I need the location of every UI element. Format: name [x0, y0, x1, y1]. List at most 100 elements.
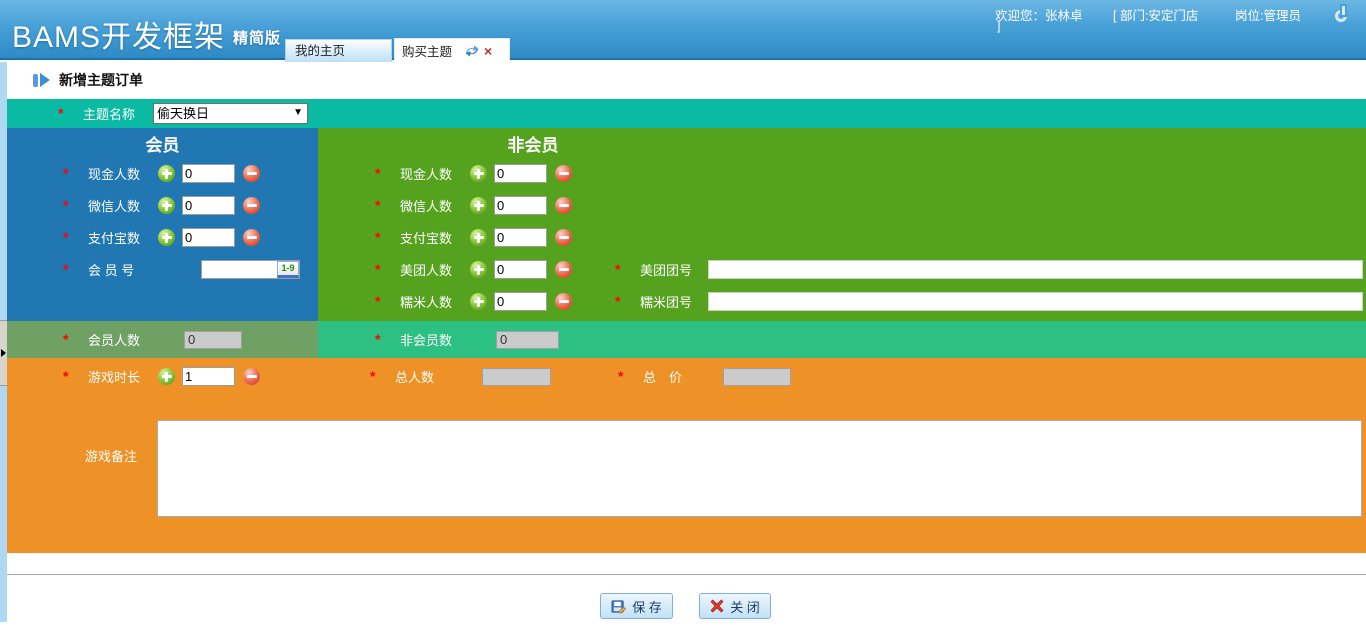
- game-duration-row: * 游戏时长: [63, 366, 260, 387]
- tab-buy-theme[interactable]: 购买主题 ×: [394, 38, 510, 62]
- increment-icon[interactable]: [470, 293, 487, 310]
- member-wechat-input[interactable]: [182, 196, 235, 215]
- member-alipay-row: * 支付宝数: [63, 227, 260, 248]
- save-disk-icon: [611, 599, 626, 614]
- nonmember-total-label: 非会员数: [400, 330, 488, 349]
- nonmember-alipay-input[interactable]: [494, 228, 547, 247]
- app-title: BAMS开发框架精简版: [12, 12, 281, 56]
- nonmember-cash-input[interactable]: [494, 164, 547, 183]
- theme-select-wrap: 偷天换日 ▼: [153, 103, 308, 124]
- page-title: 新增主题订单: [59, 70, 143, 90]
- required-asterisk: *: [375, 163, 387, 184]
- nuomi-group-input[interactable]: [708, 292, 1363, 311]
- member-panel: 会员 * 现金人数 * 微信人数 * 支付宝数 * 会 员 号 1-9: [7, 128, 318, 321]
- theme-select[interactable]: 偷天换日: [153, 103, 308, 124]
- required-asterisk: *: [615, 259, 627, 280]
- power-logout-icon[interactable]: [1332, 4, 1356, 28]
- required-asterisk: *: [375, 227, 387, 248]
- close-button-label: 关 闭: [730, 597, 760, 616]
- increment-icon[interactable]: [470, 261, 487, 278]
- app-subtitle: 精简版: [233, 30, 281, 47]
- game-notes-textarea[interactable]: [157, 420, 1362, 517]
- required-asterisk: *: [58, 103, 70, 124]
- nonmember-cash-row: * 现金人数: [375, 163, 572, 184]
- decrement-icon[interactable]: [243, 368, 260, 385]
- member-total-label: 会员人数: [88, 330, 176, 349]
- member-wechat-row: * 微信人数: [63, 195, 260, 216]
- save-button[interactable]: 保 存: [600, 593, 673, 619]
- required-asterisk: *: [615, 291, 627, 312]
- nonmember-alipay-label: 支付宝数: [400, 228, 462, 247]
- member-alipay-input[interactable]: [182, 228, 235, 247]
- department-text: [ 部门:安定门店: [1113, 5, 1198, 24]
- decrement-icon[interactable]: [243, 229, 260, 246]
- decrement-icon[interactable]: [555, 165, 572, 182]
- nonmember-meituan-label: 美团人数: [400, 260, 462, 279]
- meituan-group-input[interactable]: [708, 260, 1363, 279]
- member-cash-input[interactable]: [182, 164, 235, 183]
- decrement-icon[interactable]: [555, 293, 572, 310]
- form-title-row: 新增主题订单: [33, 70, 143, 90]
- app-header: BAMS开发框架精简版 欢迎您：张林卓 [ 部门:安定门店 ] 岗位:管理员: [0, 0, 1366, 60]
- nonmember-cash-label: 现金人数: [400, 164, 462, 183]
- member-cash-label: 现金人数: [88, 164, 150, 183]
- close-tab-icon[interactable]: ×: [484, 45, 492, 57]
- required-asterisk: *: [375, 329, 387, 350]
- nuomi-group-label: 糯米团号: [640, 292, 698, 311]
- nonmember-meituan-input[interactable]: [494, 260, 547, 279]
- refresh-tab-icon[interactable]: [464, 45, 480, 57]
- increment-icon[interactable]: [470, 229, 487, 246]
- decrement-icon[interactable]: [243, 165, 260, 182]
- nonmember-summary-band: * 非会员数: [318, 321, 1366, 358]
- position-text: 岗位:管理员: [1235, 5, 1301, 24]
- member-alipay-label: 支付宝数: [88, 228, 150, 247]
- department-text-bracket: ]: [997, 19, 1000, 33]
- close-button[interactable]: 关 闭: [699, 593, 771, 619]
- total-people-row: * 总人数: [370, 366, 551, 387]
- member-card-label: 会 员 号: [88, 260, 193, 279]
- member-card-row: * 会 员 号 1-9: [63, 259, 300, 280]
- decrement-icon[interactable]: [555, 197, 572, 214]
- total-price-input: [723, 368, 791, 386]
- required-asterisk: *: [63, 227, 75, 248]
- theme-name-label: 主题名称: [83, 104, 145, 123]
- meituan-group-label: 美团团号: [640, 260, 698, 279]
- nonmember-total-input: [496, 331, 559, 349]
- game-duration-label: 游戏时长: [88, 367, 150, 386]
- member-total-row: * 会员人数: [63, 329, 242, 350]
- nonmember-nuomi-row: * 糯米人数: [375, 291, 572, 312]
- required-asterisk: *: [63, 163, 75, 184]
- total-people-input: [482, 368, 551, 386]
- total-people-label: 总人数: [395, 367, 470, 386]
- sidebar-expander[interactable]: [0, 320, 7, 386]
- game-panel: * 游戏时长 * 总人数 * 总 价 游戏备注: [7, 358, 1366, 553]
- increment-icon[interactable]: [158, 368, 175, 385]
- required-asterisk: *: [375, 259, 387, 280]
- member-wechat-label: 微信人数: [88, 196, 150, 215]
- decrement-icon[interactable]: [555, 261, 572, 278]
- increment-icon[interactable]: [158, 197, 175, 214]
- nonmember-wechat-input[interactable]: [494, 196, 547, 215]
- required-asterisk: *: [375, 291, 387, 312]
- member-total-input: [184, 331, 242, 349]
- increment-icon[interactable]: [158, 165, 175, 182]
- increment-icon[interactable]: [470, 165, 487, 182]
- nonmember-alipay-row: * 支付宝数: [375, 227, 572, 248]
- tab-my-homepage[interactable]: 我的主页: [285, 39, 392, 62]
- increment-icon[interactable]: [158, 229, 175, 246]
- required-asterisk: *: [618, 366, 630, 387]
- numeric-keypad-button[interactable]: 1-9: [277, 261, 299, 278]
- nonmember-wechat-row: * 微信人数: [375, 195, 572, 216]
- nonmember-panel-title: 非会员: [318, 131, 748, 156]
- nonmember-nuomi-input[interactable]: [494, 292, 547, 311]
- required-asterisk: *: [63, 195, 75, 216]
- decrement-icon[interactable]: [243, 197, 260, 214]
- theme-select-bar: * 主题名称 偷天换日 ▼: [7, 99, 1366, 128]
- nonmember-nuomi-label: 糯米人数: [400, 292, 462, 311]
- decrement-icon[interactable]: [555, 229, 572, 246]
- member-cash-row: * 现金人数: [63, 163, 260, 184]
- expand-arrow-icon: [1, 349, 6, 357]
- total-price-row: * 总 价: [618, 366, 791, 387]
- increment-icon[interactable]: [470, 197, 487, 214]
- game-duration-input[interactable]: [182, 367, 235, 386]
